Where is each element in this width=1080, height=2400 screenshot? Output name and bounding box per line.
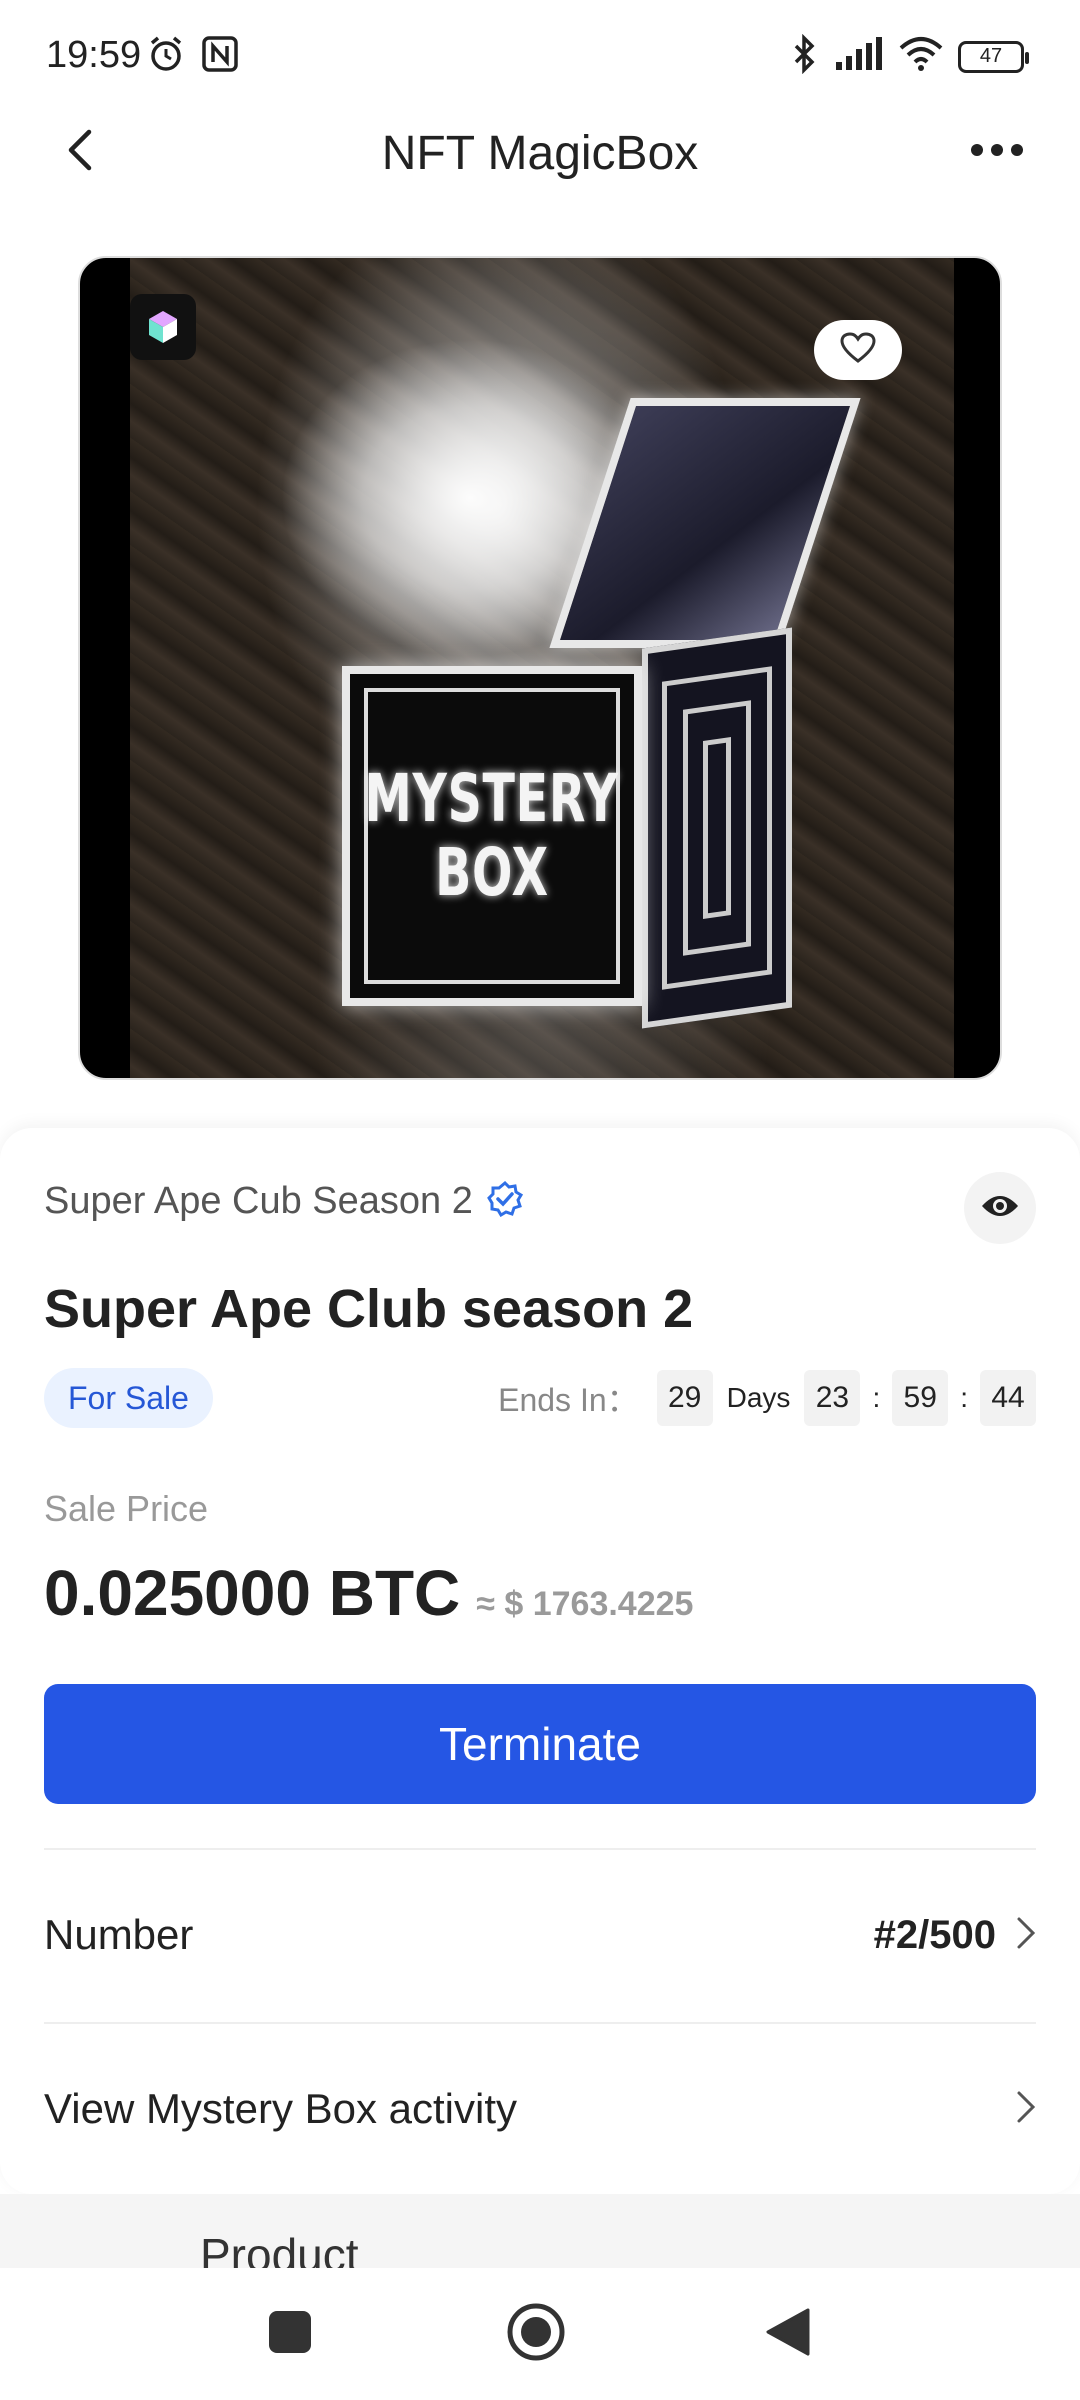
recents-button[interactable] bbox=[254, 2298, 326, 2370]
wifi-icon bbox=[898, 36, 944, 77]
bluetooth-icon bbox=[790, 33, 820, 79]
ends-in-label: Ends In： bbox=[498, 1382, 639, 1418]
number-label: Number bbox=[44, 1911, 194, 1958]
eye-icon bbox=[980, 1192, 1020, 1225]
box-text-line1: MYSTERY bbox=[364, 760, 620, 837]
system-nav-bar bbox=[0, 2268, 1080, 2400]
nft-image[interactable]: MYSTERY BOX bbox=[78, 256, 1002, 1080]
countdown-hours: 23 bbox=[804, 1370, 861, 1426]
product-section: Product bbox=[0, 2194, 1080, 2268]
days-unit: Days bbox=[726, 1382, 791, 1413]
alarm-icon bbox=[146, 34, 186, 79]
collection-name: Super Ape Cub Season 2 bbox=[44, 1180, 473, 1222]
time-separator: : bbox=[960, 1382, 968, 1413]
activity-label: View Mystery Box activity bbox=[44, 2085, 518, 2132]
status-right-icons: 47 bbox=[790, 33, 1029, 79]
price-usd: ≈ $ 1763.4225 bbox=[476, 1585, 694, 1623]
number-row[interactable]: Number #2/500 bbox=[44, 1880, 1036, 1990]
time-separator: : bbox=[872, 1382, 881, 1413]
box-side bbox=[642, 627, 792, 1029]
chevron-right-icon bbox=[1016, 1916, 1036, 1955]
app-header: NFT MagicBox bbox=[0, 110, 1080, 190]
signal-icon bbox=[834, 36, 884, 77]
cube-icon bbox=[130, 294, 196, 360]
product-section-title: Product bbox=[200, 2229, 359, 2268]
terminate-button[interactable]: Terminate bbox=[44, 1684, 1036, 1804]
home-button[interactable] bbox=[500, 2298, 572, 2370]
number-value: #2/500 bbox=[873, 1912, 996, 1957]
battery-icon: 47 bbox=[958, 40, 1029, 73]
sale-price-label: Sale Price bbox=[44, 1488, 209, 1529]
status-bar: 19:59 47 bbox=[0, 0, 1080, 110]
box-text-line2: BOX bbox=[435, 834, 549, 911]
watch-button[interactable] bbox=[964, 1172, 1036, 1244]
nft-detail-card: Super Ape Cub Season 2 Super Ape Club se… bbox=[0, 1128, 1080, 2194]
divider bbox=[44, 1848, 1036, 1850]
chevron-right-icon bbox=[1016, 2090, 1036, 2129]
price-amount: 0.025000 BTC bbox=[44, 1557, 461, 1629]
back-nav-button[interactable] bbox=[752, 2298, 824, 2370]
status-time: 19:59 bbox=[46, 34, 142, 76]
heart-icon bbox=[840, 331, 876, 369]
more-options-button[interactable] bbox=[962, 122, 1032, 182]
countdown-seconds: 44 bbox=[980, 1370, 1036, 1426]
nft-title: Super Ape Club season 2 bbox=[44, 1279, 694, 1339]
back-triangle-icon bbox=[764, 2306, 812, 2363]
price-row: 0.025000 BTC ≈ $ 1763.4225 bbox=[44, 1556, 693, 1630]
page-title: NFT MagicBox bbox=[381, 127, 699, 180]
divider bbox=[44, 2022, 1036, 2024]
countdown-days: 29 bbox=[656, 1370, 713, 1426]
recents-square-icon bbox=[267, 2309, 313, 2360]
nfc-icon bbox=[200, 34, 240, 79]
mystery-box-artwork: MYSTERY BOX bbox=[130, 258, 954, 1078]
countdown-timer: Ends In： 29 Days 23 : 59 : 44 bbox=[498, 1370, 1036, 1426]
box-front: MYSTERY BOX bbox=[342, 666, 642, 1006]
more-horizontal-icon bbox=[970, 143, 1024, 162]
activity-row[interactable]: View Mystery Box activity bbox=[44, 2054, 1036, 2164]
verified-badge-icon bbox=[486, 1180, 523, 1222]
favorite-button[interactable] bbox=[814, 320, 902, 380]
status-badge: For Sale bbox=[44, 1368, 213, 1428]
status-left-icons bbox=[146, 34, 240, 79]
collection-row[interactable]: Super Ape Cub Season 2 bbox=[44, 1180, 523, 1223]
countdown-minutes: 59 bbox=[892, 1370, 949, 1426]
home-circle-icon bbox=[505, 2301, 567, 2368]
